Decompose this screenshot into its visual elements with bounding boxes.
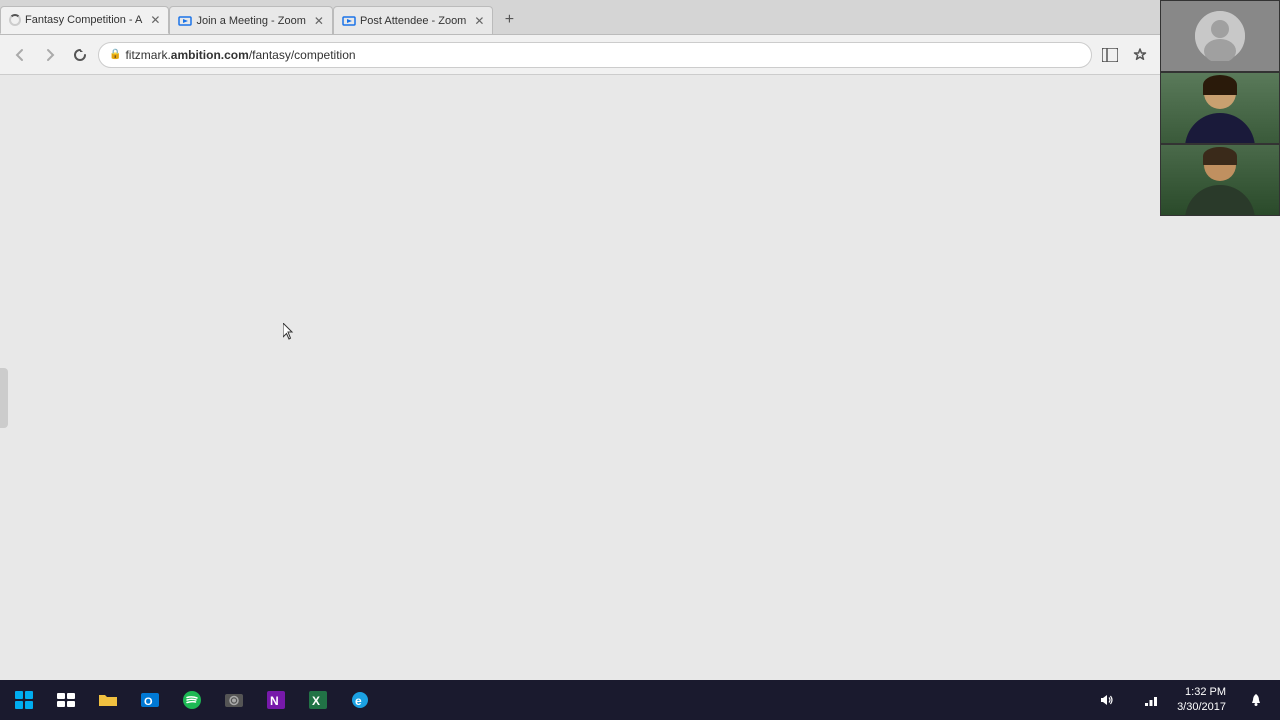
spotify-button[interactable] — [172, 680, 212, 720]
tab-3[interactable]: Post Attendee - Zoom ✕ — [333, 6, 493, 34]
tab-loading-indicator — [9, 14, 21, 26]
tab-2-favicon — [178, 14, 192, 28]
start-button[interactable] — [4, 680, 44, 720]
forward-button[interactable] — [38, 43, 62, 67]
url-text: fitzmark.ambition.com/fantasy/competitio… — [125, 48, 355, 62]
tab-2-close[interactable]: ✕ — [314, 14, 324, 28]
sidebar-hint — [0, 368, 8, 428]
url-bar[interactable]: 🔒 fitzmark.ambition.com/fantasy/competit… — [98, 42, 1092, 68]
tab-2[interactable]: Join a Meeting - Zoom ✕ — [169, 6, 333, 34]
toolbar-right — [1098, 43, 1152, 67]
file-explorer-button[interactable] — [88, 680, 128, 720]
url-subdomain: fitzmark. — [125, 48, 170, 62]
volume-icon[interactable] — [1087, 680, 1127, 720]
new-tab-button[interactable]: + — [495, 6, 523, 34]
reload-button[interactable] — [68, 43, 92, 67]
svg-text:e: e — [355, 694, 362, 708]
url-path: /fantasy/competition — [249, 48, 356, 62]
network-icon[interactable] — [1131, 680, 1171, 720]
tab-3-favicon — [342, 14, 356, 28]
video-panel-3 — [1160, 144, 1280, 216]
tab-bar: Fantasy Competition - A ✕ Join a Meeting… — [0, 0, 1160, 35]
url-domain: ambition.com — [171, 48, 249, 62]
notification-button[interactable] — [1236, 680, 1276, 720]
browser-window: Fantasy Competition - A ✕ Join a Meeting… — [0, 0, 1160, 720]
clock-date: 3/30/2017 — [1177, 700, 1226, 715]
video-panel-2 — [1160, 72, 1280, 144]
outlook-button[interactable]: O — [130, 680, 170, 720]
video-avatar-1 — [1195, 11, 1245, 61]
system-clock[interactable]: 1:32 PM 3/30/2017 — [1177, 685, 1234, 716]
tab-2-title: Join a Meeting - Zoom — [196, 15, 305, 27]
video-panel-1 — [1160, 0, 1280, 72]
svg-text:O: O — [144, 696, 153, 708]
video-panels — [1160, 0, 1280, 680]
photos-button[interactable] — [214, 680, 254, 720]
page-content — [0, 75, 1160, 720]
svg-text:N: N — [270, 694, 279, 708]
mouse-cursor — [283, 323, 295, 341]
sidebar-button[interactable] — [1098, 43, 1122, 67]
tab-3-close[interactable]: ✕ — [474, 14, 484, 28]
tab-1-close[interactable]: ✕ — [150, 13, 160, 27]
tab-1-active[interactable]: Fantasy Competition - A ✕ — [0, 6, 169, 34]
ie-button[interactable]: e — [340, 680, 380, 720]
excel-button[interactable]: X — [298, 680, 338, 720]
lock-icon: 🔒 — [109, 49, 121, 60]
task-view-button[interactable] — [46, 680, 86, 720]
onenote-button[interactable]: N — [256, 680, 296, 720]
tab-3-title: Post Attendee - Zoom — [360, 15, 466, 27]
taskbar: O N X e — [0, 680, 1280, 720]
favorites-button[interactable] — [1128, 43, 1152, 67]
svg-text:X: X — [312, 694, 320, 708]
clock-time: 1:32 PM — [1177, 685, 1226, 700]
system-tray — [1083, 680, 1175, 720]
tab-1-title: Fantasy Competition - A — [25, 14, 142, 26]
address-bar: 🔒 fitzmark.ambition.com/fantasy/competit… — [0, 35, 1160, 75]
windows-logo — [15, 691, 33, 709]
back-button[interactable] — [8, 43, 32, 67]
